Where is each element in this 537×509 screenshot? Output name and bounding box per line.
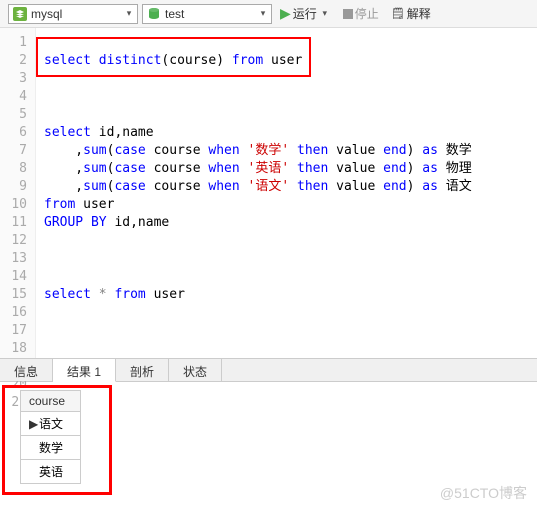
database-text: test [165, 7, 253, 21]
tab-profile[interactable]: 剖析 [116, 359, 169, 381]
result-tabs: 信息 结果 1 剖析 状态 [0, 358, 537, 382]
code-line: ,sum(case course when '英语' then value en… [44, 160, 529, 178]
toolbar: mysql ▾ test ▾ ▶ 运行 ▾ 停止 🗒 解释 [0, 0, 537, 28]
line-gutter: 123456789101112131415161718192021 [0, 28, 36, 358]
stop-label: 停止 [355, 5, 379, 22]
explain-icon: 🗒 [391, 7, 405, 20]
watermark: @51CTO博客 [440, 483, 527, 503]
run-button[interactable]: ▶ 运行 ▾ [276, 3, 335, 24]
result-table[interactable]: course ▶语文 数学 英语 [20, 390, 81, 484]
code-line: ,sum(case course when '数学' then value en… [44, 142, 529, 160]
table-row[interactable]: ▶语文 [21, 412, 81, 436]
stop-icon [343, 9, 353, 19]
table-row[interactable]: 数学 [21, 436, 81, 460]
run-label: 运行 [293, 5, 317, 22]
results-pane: course ▶语文 数学 英语 [0, 382, 537, 495]
code-line: ,sum(case course when '语文' then value en… [44, 178, 529, 196]
code-area[interactable]: select distinct(course) from user select… [36, 28, 537, 358]
code-line: select distinct(course) from user [44, 52, 529, 70]
code-line: from user [44, 196, 529, 214]
chevron-down-icon: ▾ [319, 8, 331, 20]
database-icon [147, 7, 161, 21]
play-icon: ▶ [280, 5, 291, 22]
chevron-down-icon: ▾ [123, 8, 135, 20]
mysql-icon [13, 7, 27, 21]
chevron-down-icon: ▾ [257, 8, 269, 20]
code-line: GROUP BY id,name [44, 214, 529, 232]
table-row[interactable]: 英语 [21, 460, 81, 484]
code-line: select id,name [44, 124, 529, 142]
tab-status[interactable]: 状态 [169, 359, 222, 381]
explain-label: 解释 [407, 5, 431, 22]
tab-result[interactable]: 结果 1 [53, 359, 116, 382]
database-dropdown[interactable]: test ▾ [142, 4, 272, 24]
sql-editor[interactable]: 123456789101112131415161718192021 select… [0, 28, 537, 358]
code-line: select * from user [44, 286, 529, 304]
stop-button[interactable]: 停止 [339, 3, 383, 24]
connection-dropdown[interactable]: mysql ▾ [8, 4, 138, 24]
connection-text: mysql [31, 7, 119, 21]
explain-button[interactable]: 🗒 解释 [387, 3, 435, 24]
column-header[interactable]: course [21, 391, 81, 412]
tab-info[interactable]: 信息 [0, 359, 53, 381]
row-marker-icon: ▶ [29, 417, 39, 431]
